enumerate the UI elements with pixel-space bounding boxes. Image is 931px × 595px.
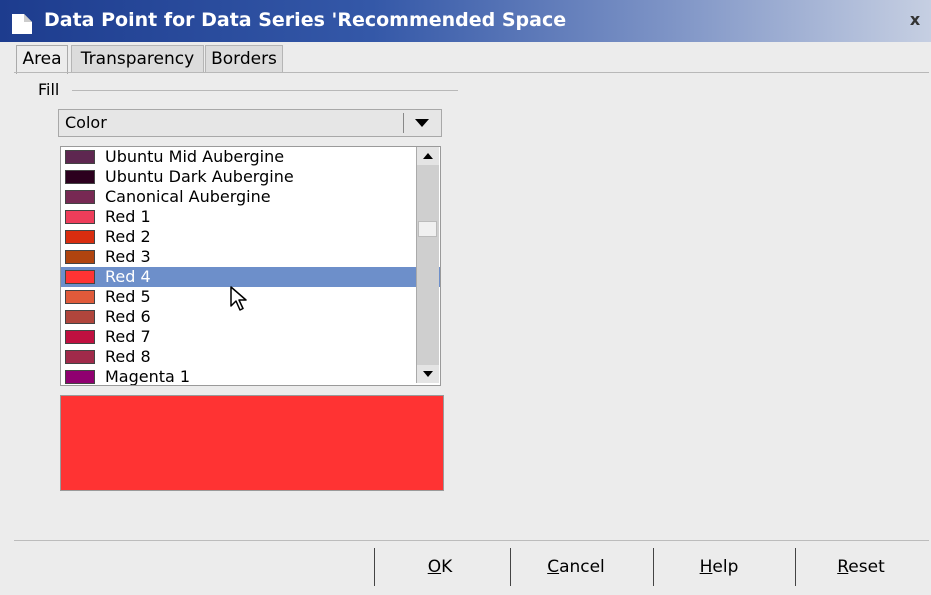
color-label: Ubuntu Mid Aubergine [105, 147, 285, 166]
color-list-scrollbar[interactable] [416, 147, 439, 383]
color-list-item[interactable]: Canonical Aubergine [61, 187, 440, 207]
color-list-item[interactable]: Magenta 1 [61, 367, 440, 386]
tab-transparency[interactable]: Transparency [71, 45, 204, 72]
cancel-label: ancel [559, 557, 605, 577]
color-list-item[interactable]: Ubuntu Mid Aubergine [61, 147, 440, 167]
color-list-item[interactable]: Ubuntu Dark Aubergine [61, 167, 440, 187]
help-button[interactable]: Help [653, 548, 784, 586]
reset-mnemonic: R [837, 557, 849, 577]
ok-mnemonic: O [427, 557, 442, 577]
scroll-down-button[interactable] [417, 365, 439, 383]
color-list[interactable]: Ubuntu Mid Aubergine Ubuntu Dark Aubergi… [60, 146, 441, 386]
color-label: Red 5 [105, 287, 151, 306]
help-mnemonic: H [699, 557, 713, 577]
fill-type-select[interactable]: Color [58, 109, 442, 137]
color-swatch [65, 210, 95, 224]
color-swatch [65, 170, 95, 184]
color-list-item[interactable]: Red 8 [61, 347, 440, 367]
color-label: Red 8 [105, 347, 151, 366]
color-label: Red 1 [105, 207, 151, 226]
color-list-item[interactable]: Red 2 [61, 227, 440, 247]
color-label: Red 2 [105, 227, 151, 246]
color-label: Red 7 [105, 327, 151, 346]
document-icon [12, 14, 32, 34]
fill-type-value: Color [65, 113, 107, 132]
reset-button[interactable]: Reset [795, 548, 926, 586]
section-divider [72, 90, 458, 91]
color-list-item[interactable]: Red 3 [61, 247, 440, 267]
color-swatch [65, 150, 95, 164]
help-label: elp [712, 557, 739, 577]
fill-section-label: Fill [38, 80, 60, 99]
color-swatch [65, 370, 95, 384]
ok-button[interactable]: OK [374, 548, 505, 586]
color-label: Red 4 [105, 267, 151, 286]
tab-area[interactable]: Area [16, 45, 68, 74]
color-label: Canonical Aubergine [105, 187, 271, 206]
color-list-item[interactable]: Red 7 [61, 327, 440, 347]
close-icon[interactable]: x [905, 10, 925, 30]
title-bar: Data Point for Data Series 'Recommended … [0, 0, 931, 42]
color-swatch [65, 190, 95, 204]
color-swatch [65, 270, 95, 284]
scroll-up-button[interactable] [417, 147, 439, 165]
color-swatch [65, 330, 95, 344]
mouse-pointer-icon [230, 286, 247, 311]
color-label: Ubuntu Dark Aubergine [105, 167, 294, 186]
color-swatch [65, 350, 95, 364]
chevron-down-icon[interactable] [415, 119, 429, 127]
color-list-item-selected[interactable]: Red 4 [61, 267, 440, 287]
select-separator [403, 113, 404, 133]
color-swatch [65, 290, 95, 304]
color-label: Magenta 1 [105, 367, 191, 386]
color-label: Red 3 [105, 247, 151, 266]
color-swatch [65, 310, 95, 324]
arrow-up-icon [423, 153, 433, 159]
button-area-divider [14, 540, 929, 541]
scrollbar-thumb[interactable] [418, 221, 437, 237]
color-swatch [65, 230, 95, 244]
color-preview [60, 395, 444, 491]
tab-borders[interactable]: Borders [205, 45, 283, 72]
ok-label: K [441, 557, 453, 577]
reset-label: eset [848, 557, 885, 577]
cancel-button[interactable]: Cancel [510, 548, 641, 586]
arrow-down-icon [423, 371, 433, 377]
window-title: Data Point for Data Series 'Recommended … [44, 9, 567, 31]
color-list-item[interactable]: Red 1 [61, 207, 440, 227]
color-swatch [65, 250, 95, 264]
cancel-mnemonic: C [547, 557, 560, 577]
color-label: Red 6 [105, 307, 151, 326]
